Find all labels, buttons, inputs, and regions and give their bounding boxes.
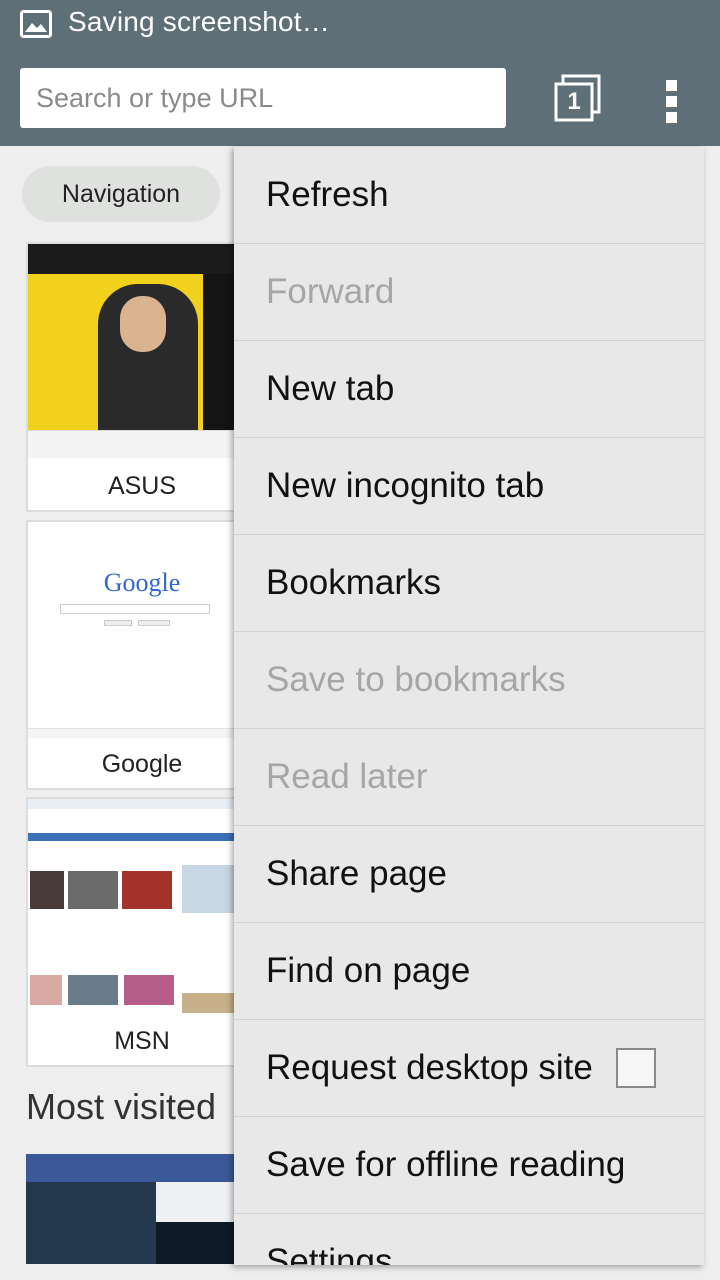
thumb-image (122, 871, 172, 909)
menu-item-label: Request desktop site (266, 1048, 593, 1087)
menu-item-request-desktop-site[interactable]: Request desktop site (234, 1020, 704, 1117)
thumb-image (30, 975, 62, 1005)
tab-count: 1 (567, 88, 581, 115)
speed-dial-tile-google[interactable]: Google Google (26, 520, 258, 790)
thumb-image (26, 1182, 156, 1264)
menu-dot (666, 80, 677, 91)
thumb-image (68, 871, 118, 909)
search-input[interactable] (20, 68, 506, 128)
menu-item-label: Read later (266, 757, 428, 796)
thumb-header-bar (26, 1154, 258, 1182)
menu-item-new-incognito-tab[interactable]: New incognito tab (234, 438, 704, 535)
google-button (138, 620, 170, 626)
speed-dial-tile-msn[interactable]: MSN (26, 797, 258, 1067)
google-button (104, 620, 132, 626)
thumb-image (68, 975, 118, 1005)
menu-item-label: Settings (266, 1242, 393, 1265)
thumb-footer (28, 430, 256, 458)
most-visited-heading: Most visited (26, 1086, 217, 1127)
menu-item-forward[interactable]: Forward (234, 244, 704, 341)
menu-item-label: New incognito tab (266, 466, 545, 505)
menu-item-label: Find on page (266, 951, 471, 990)
navigation-chip[interactable]: Navigation (22, 166, 220, 222)
msn-thumbnail (28, 799, 256, 1019)
browser-toolbar: 1 (0, 50, 720, 146)
google-thumbnail: Google (28, 522, 256, 738)
speed-dial-tile-asus[interactable]: ASUS (26, 242, 258, 512)
desktop-site-checkbox[interactable] (616, 1048, 656, 1088)
menu-item-save-to-bookmarks[interactable]: Save to bookmarks (234, 632, 704, 729)
menu-item-label: Save for offline reading (266, 1145, 626, 1184)
google-logo: Google (103, 568, 181, 597)
asus-thumbnail (28, 244, 256, 458)
overflow-menu: Refresh Forward New tab New incognito ta… (234, 147, 704, 1265)
image-icon (20, 10, 52, 38)
google-search-box (60, 604, 210, 614)
menu-item-share-page[interactable]: Share page (234, 826, 704, 923)
most-visited-tile[interactable] (26, 1154, 258, 1264)
menu-item-label: Refresh (266, 175, 389, 214)
thumb-image (182, 993, 242, 1013)
menu-dot (666, 112, 677, 123)
thumb-nav-bar (28, 833, 256, 841)
url-bar[interactable] (20, 68, 506, 128)
menu-item-new-tab[interactable]: New tab (234, 341, 704, 438)
status-notification-text: Saving screenshot… (68, 6, 330, 37)
tabs-button[interactable]: 1 (552, 74, 604, 124)
menu-item-label: Forward (266, 272, 395, 311)
menu-item-save-offline[interactable]: Save for offline reading (234, 1117, 704, 1214)
facebook-thumbnail (26, 1154, 258, 1264)
thumb-header-bar (28, 799, 256, 809)
overflow-menu-button[interactable] (656, 74, 688, 124)
menu-item-find-on-page[interactable]: Find on page (234, 923, 704, 1020)
thumb-footer (28, 728, 256, 738)
thumb-image (30, 871, 64, 909)
menu-item-label: Share page (266, 854, 447, 893)
menu-item-label: New tab (266, 369, 395, 408)
menu-item-settings[interactable]: Settings (234, 1214, 704, 1265)
menu-dot (666, 96, 677, 107)
menu-item-refresh[interactable]: Refresh (234, 147, 704, 244)
tile-label: ASUS (107, 472, 177, 500)
thumb-header-bar (28, 244, 256, 274)
menu-item-bookmarks[interactable]: Bookmarks (234, 535, 704, 632)
menu-item-label: Bookmarks (266, 563, 442, 602)
tile-label: MSN (114, 1027, 170, 1055)
status-bar: Saving screenshot… (0, 0, 720, 50)
menu-item-read-later[interactable]: Read later (234, 729, 704, 826)
tile-label: Google (101, 750, 183, 778)
menu-item-label: Save to bookmarks (266, 660, 566, 699)
thumb-face (120, 296, 166, 352)
thumb-image (124, 975, 174, 1005)
